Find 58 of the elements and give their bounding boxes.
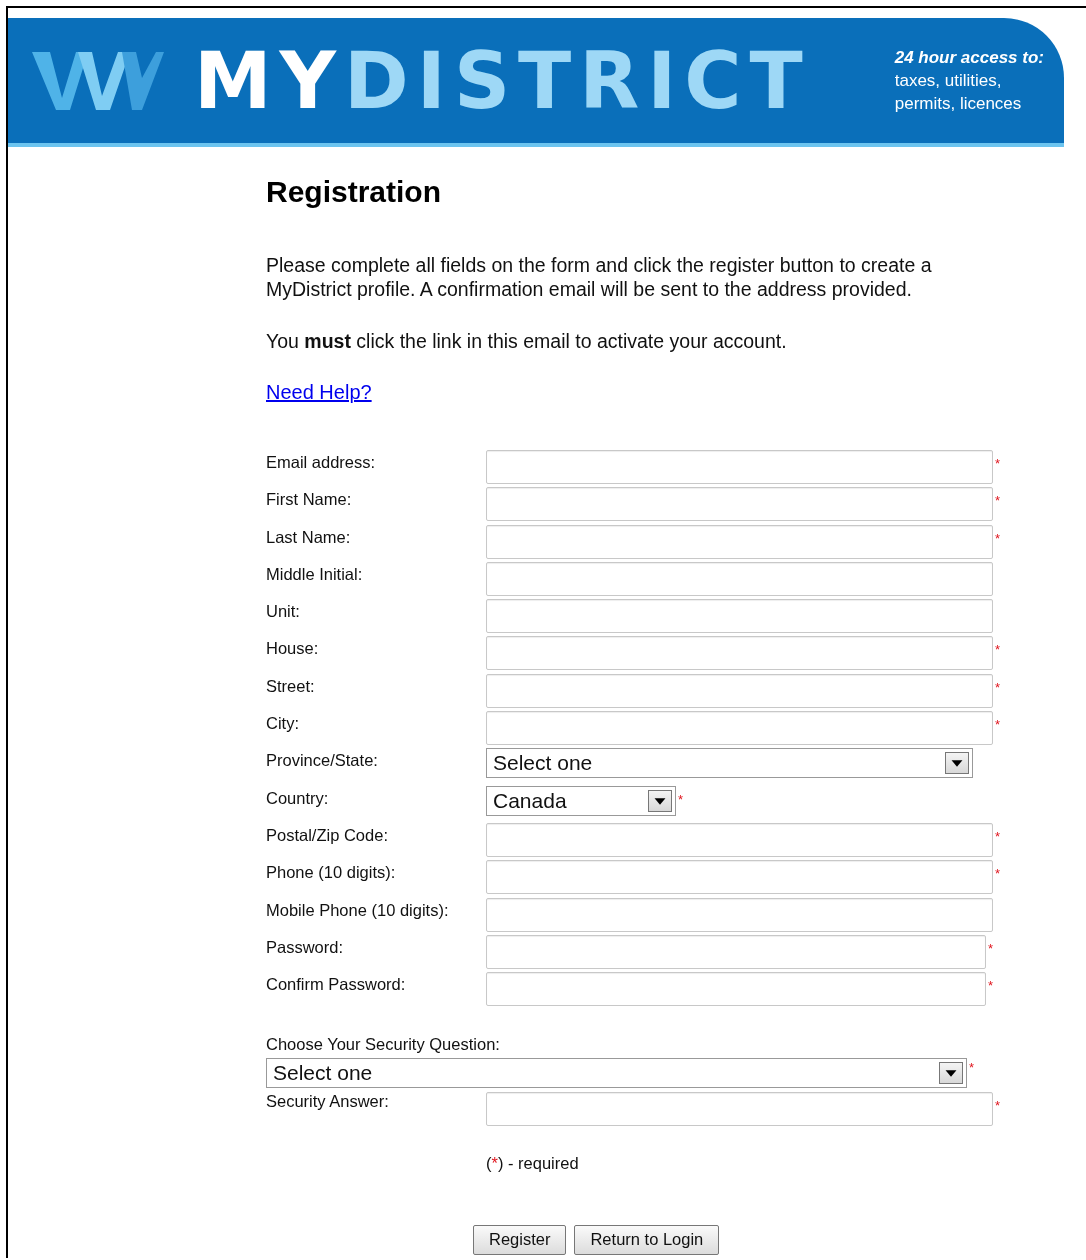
field-label: Middle Initial: (266, 563, 364, 584)
input-field[interactable] (486, 860, 993, 895)
input-field[interactable] (486, 822, 993, 857)
field-label: Street: (266, 675, 316, 696)
required-mark: * (995, 717, 1001, 733)
input-field[interactable] (486, 972, 986, 1007)
field-label: Province/State: (266, 750, 379, 771)
field-label: Password: (266, 936, 345, 957)
tagline-text: permits, licences (894, 93, 1023, 115)
field-label: Email address: (266, 452, 377, 472)
logo-wordmark: MYDISTRICT (194, 41, 811, 120)
input-field[interactable] (486, 524, 993, 559)
instruction-text: You must click the link in this email to activate your account. (266, 329, 788, 353)
required-mark: * (995, 642, 1001, 658)
required-mark: * (678, 791, 684, 807)
required-mark: * (995, 1098, 1001, 1114)
required-mark: * (995, 866, 1001, 882)
tagline-heading: 24 hour access to: (894, 47, 1044, 69)
required-mark: * (995, 828, 1001, 844)
field-label: Unit: (266, 601, 301, 622)
input-field[interactable] (486, 599, 993, 634)
dropdown-select[interactable]: Select one (266, 1058, 967, 1089)
field-label: City: (266, 713, 300, 734)
required-mark: * (995, 679, 1001, 695)
field-label: Last Name: (266, 526, 352, 547)
dropdown-select[interactable]: Canada (486, 785, 676, 816)
form-button[interactable]: Return to Login (574, 1224, 720, 1255)
field-label: Mobile Phone (10 digits): (266, 899, 450, 920)
field-label: Security Answer: (266, 1092, 390, 1112)
instruction-text: Please complete all fields on the form and click the register button to create a MyDistrict profile. A confirmation email will be sent to the address provided. (266, 253, 933, 301)
input-field[interactable] (486, 711, 993, 746)
required-mark: * (995, 456, 1001, 471)
input-field[interactable] (486, 673, 993, 708)
required-mark: * (995, 493, 1001, 509)
form-button[interactable]: Register (473, 1224, 567, 1255)
help-link[interactable]: Need Help? (266, 381, 372, 404)
field-label: First Name: (266, 489, 353, 510)
field-label: House: (266, 638, 320, 659)
input-field[interactable] (486, 1092, 993, 1127)
required-mark: * (969, 1060, 975, 1076)
required-mark: * (995, 530, 1001, 546)
field-label: Country: (266, 787, 330, 808)
tagline-text: taxes, utilities, (894, 70, 1003, 92)
required-legend: (*) - required (486, 1153, 1006, 1173)
field-label: Phone (10 digits): (266, 862, 397, 883)
input-field[interactable] (486, 487, 993, 522)
input-field[interactable] (486, 561, 993, 596)
dropdown-select[interactable]: Select one (486, 748, 973, 779)
required-mark: * (988, 940, 994, 956)
input-field[interactable] (486, 897, 993, 932)
field-label: Choose Your Security Question: (266, 1035, 501, 1055)
page-title: Registration (266, 175, 443, 209)
input-field[interactable] (486, 636, 993, 671)
input-field[interactable] (486, 934, 986, 969)
required-mark: * (988, 978, 994, 994)
field-label: Postal/Zip Code: (266, 824, 389, 845)
input-field[interactable] (486, 450, 993, 484)
field-label: Confirm Password: (266, 974, 407, 995)
